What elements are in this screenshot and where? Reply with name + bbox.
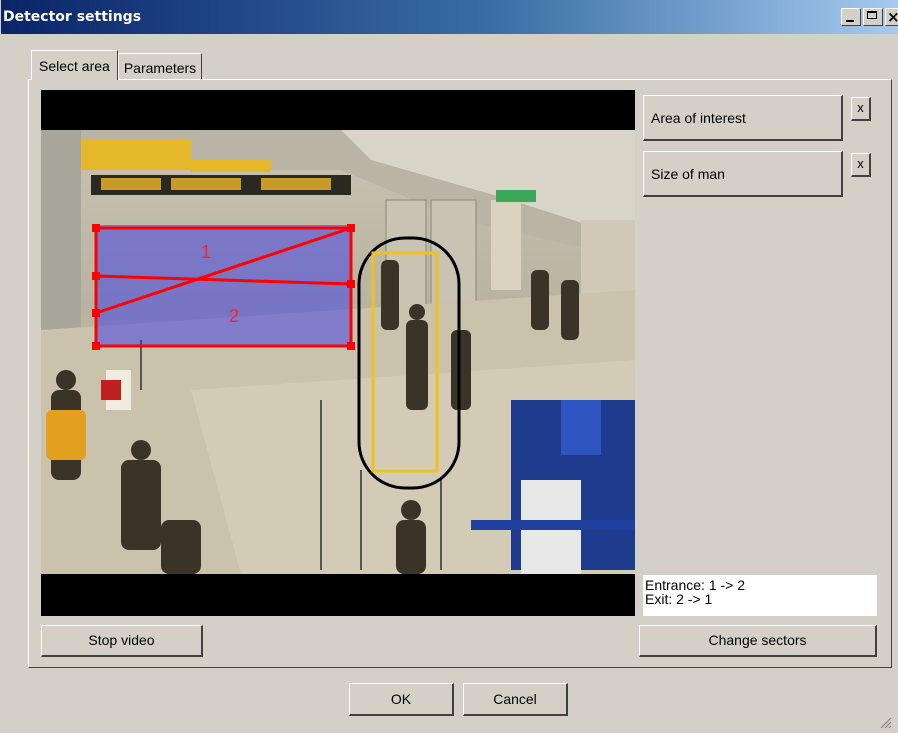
stop-video-button[interactable]: Stop video xyxy=(41,625,203,657)
detector-settings-dialog: Detector settings × Select area Paramete… xyxy=(0,0,898,733)
tab-parameters[interactable]: Parameters xyxy=(117,53,203,80)
size-of-man-label: Size of man xyxy=(651,166,725,182)
remove-size-button[interactable]: x xyxy=(851,153,871,177)
exit-text: Exit: 2 -> 1 xyxy=(645,591,713,607)
area-of-interest-label: Area of interest xyxy=(651,110,746,126)
scene-drawing xyxy=(41,130,635,574)
sector-label-2: 2 xyxy=(229,306,240,326)
size-of-man-button[interactable]: Size of man xyxy=(643,151,843,197)
tab-strip: Select area Parameters xyxy=(31,50,203,80)
cancel-button[interactable]: Cancel xyxy=(463,683,568,716)
window-title: Detector settings xyxy=(3,9,142,25)
maximize-icon[interactable] xyxy=(863,8,883,26)
minimize-icon[interactable] xyxy=(841,8,861,26)
title-bar[interactable]: Detector settings × xyxy=(1,0,898,34)
sector-label-1: 1 xyxy=(201,242,212,262)
close-glyph: × xyxy=(887,8,898,26)
tab-select-area[interactable]: Select area xyxy=(31,50,118,80)
video-preview[interactable]: 1 2 xyxy=(41,90,635,616)
remove-area-button[interactable]: x xyxy=(851,97,871,121)
resize-grip-icon[interactable] xyxy=(880,717,892,729)
area-of-interest-button[interactable]: Area of interest xyxy=(643,95,843,141)
ok-button[interactable]: OK xyxy=(349,683,454,716)
window-controls: × xyxy=(839,8,898,28)
entrance-text: Entrance: 1 -> 2 xyxy=(645,577,746,593)
close-icon[interactable]: × xyxy=(885,8,898,26)
change-sectors-button[interactable]: Change sectors xyxy=(639,625,877,657)
camera-frame: 1 2 xyxy=(41,130,635,574)
direction-info: Entrance: 1 -> 2 Exit: 2 -> 1 xyxy=(643,575,877,616)
